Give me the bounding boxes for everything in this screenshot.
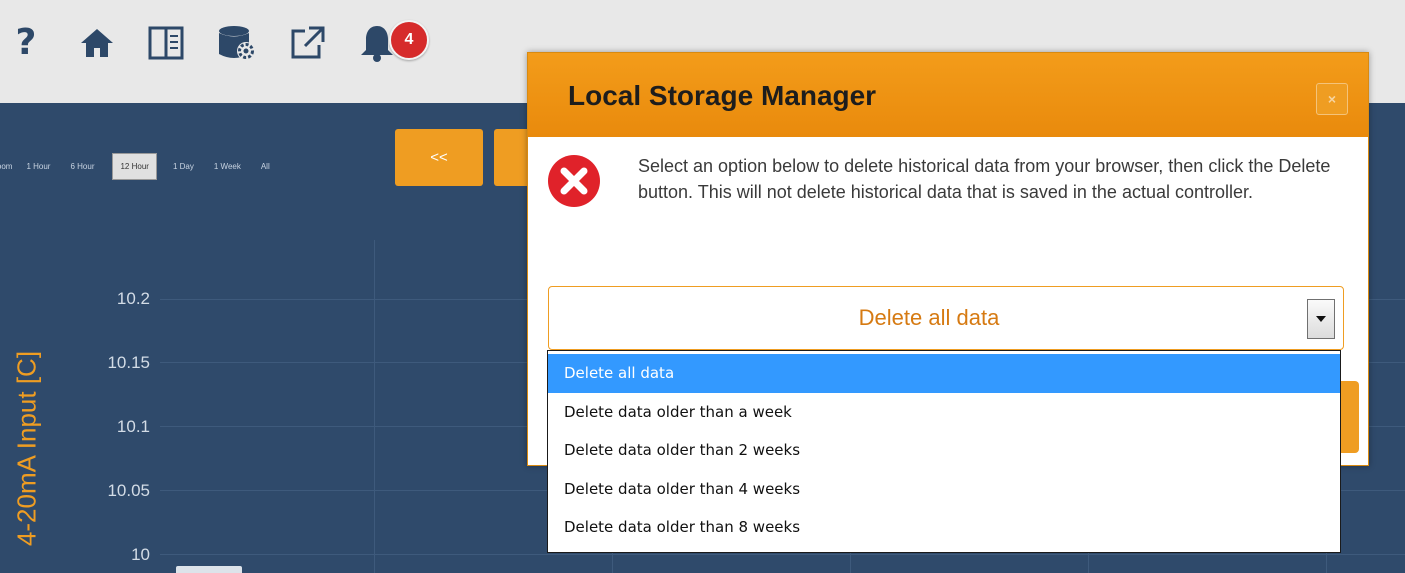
option-delete-older-than-2-weeks[interactable]: Delete data older than 2 weeks — [548, 431, 1340, 470]
zoom-12-hour[interactable]: 12 Hour — [112, 152, 157, 180]
zoom-1-day[interactable]: 1 Day — [171, 158, 196, 175]
grid-line-vertical — [374, 240, 375, 573]
zoom-controls: Zoom 1 Hour 6 Hour 12 Hour 1 Day 1 Week … — [0, 151, 288, 181]
delete-button[interactable] — [1341, 381, 1359, 453]
delete-option-list: Delete all data Delete data older than a… — [547, 350, 1341, 553]
close-button[interactable]: × — [1316, 83, 1348, 115]
select-value: Delete all data — [858, 305, 1000, 330]
error-icon — [547, 154, 601, 208]
notification-count-badge[interactable]: 4 — [389, 20, 429, 60]
option-delete-older-than-8-weeks[interactable]: Delete data older than 8 weeks — [548, 508, 1340, 547]
dialog-message: Select an option below to delete histori… — [638, 156, 1331, 202]
range-scrollbar-thumb[interactable] — [176, 566, 242, 573]
nav-prev-button[interactable]: << — [395, 129, 483, 186]
home-icon[interactable] — [77, 22, 117, 64]
help-icon[interactable]: ? — [6, 22, 46, 64]
chevron-down-icon[interactable] — [1307, 299, 1335, 339]
dialog-header: Local Storage Manager × — [528, 53, 1368, 137]
option-delete-older-than-week[interactable]: Delete data older than a week — [548, 393, 1340, 432]
zoom-label: Zoom — [0, 161, 13, 171]
dialog-title: Local Storage Manager — [568, 80, 877, 111]
option-delete-all-data[interactable]: Delete all data — [548, 354, 1340, 393]
database-settings-icon[interactable] — [217, 22, 257, 64]
grid-line — [160, 554, 1405, 555]
panel-icon[interactable] — [146, 22, 186, 64]
option-delete-older-than-4-weeks[interactable]: Delete data older than 4 weeks — [548, 470, 1340, 509]
y-axis-title: 4-20mA Input [C] — [11, 350, 42, 547]
zoom-1-hour[interactable]: 1 Hour — [24, 158, 52, 175]
zoom-all[interactable]: All — [259, 158, 272, 175]
external-link-icon[interactable] — [288, 22, 328, 64]
zoom-1-week[interactable]: 1 Week — [212, 158, 243, 175]
delete-option-select[interactable]: Delete all data — [548, 286, 1344, 350]
zoom-6-hour[interactable]: 6 Hour — [68, 158, 96, 175]
